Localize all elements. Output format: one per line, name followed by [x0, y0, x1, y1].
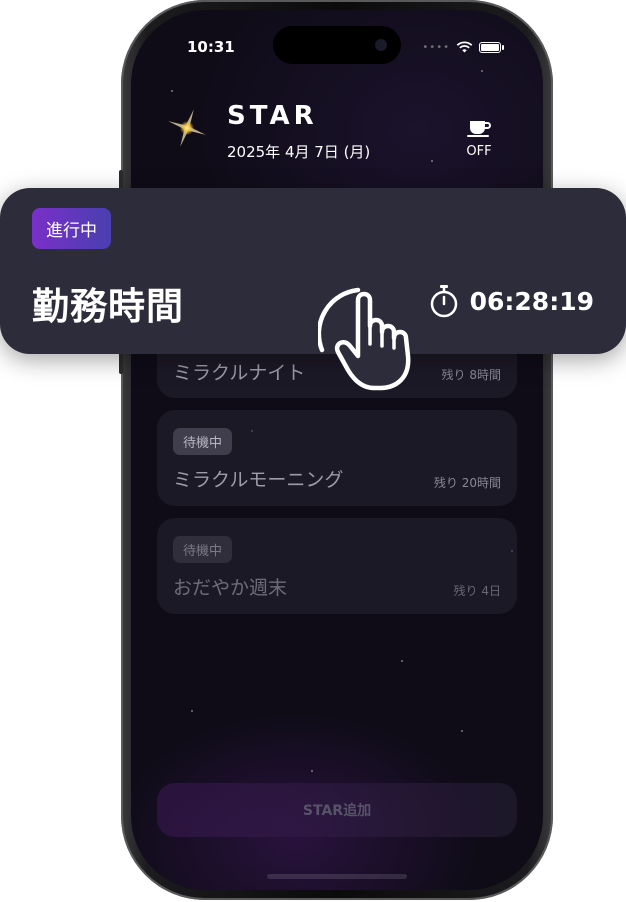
background-star	[481, 70, 483, 72]
background-star	[191, 710, 193, 712]
break-toggle[interactable]: OFF	[461, 116, 497, 159]
status-badge: 待機中	[173, 428, 233, 455]
break-toggle-label: OFF	[466, 144, 492, 159]
stage: 10:31 •••• STAR 2025年 4月 7日 (月) OFF ミラクル…	[0, 0, 626, 902]
background-star	[171, 90, 173, 92]
background-star	[311, 770, 313, 772]
app-title: STAR	[227, 101, 318, 131]
background-star	[461, 730, 463, 732]
active-card-title: 勤務時間	[32, 285, 184, 328]
wifi-icon	[456, 41, 473, 53]
background-star	[431, 160, 433, 162]
sparkle-star-icon	[168, 109, 206, 147]
card-remaining: 残り 4日	[453, 584, 501, 598]
cellular-dots-icon: ••••	[422, 41, 450, 53]
card-title: おだやか週末	[173, 577, 288, 599]
card-remaining: 残り 8時間	[441, 368, 501, 382]
active-status-badge: 進行中	[32, 208, 111, 249]
active-star-card[interactable]: 進行中 勤務時間 06:28:19	[0, 188, 626, 354]
elapsed-time: 06:28:19	[469, 286, 594, 316]
dynamic-island	[273, 26, 401, 64]
status-time: 10:31	[187, 38, 235, 56]
star-card[interactable]: 待機中 おだやか週末 残り 4日	[157, 518, 517, 614]
card-title: ミラクルナイト	[173, 362, 306, 384]
home-indicator	[267, 874, 407, 879]
tap-hand-icon	[318, 287, 411, 391]
card-title: ミラクルモーニング	[173, 469, 344, 491]
add-star-button[interactable]: STAR追加	[157, 783, 517, 837]
elapsed-timer: 06:28:19	[428, 284, 594, 318]
coffee-cup-icon	[467, 121, 491, 137]
status-icons: ••••	[422, 41, 504, 53]
star-card[interactable]: 待機中 ミラクルモーニング 残り 20時間	[157, 410, 517, 506]
background-star	[401, 660, 403, 662]
battery-icon	[479, 41, 504, 53]
card-remaining: 残り 20時間	[433, 476, 501, 490]
front-camera	[375, 39, 387, 51]
status-badge: 待機中	[173, 536, 233, 563]
current-date: 2025年 4月 7日 (月)	[227, 143, 371, 161]
phone-screen: 10:31 •••• STAR 2025年 4月 7日 (月) OFF ミラクル…	[131, 10, 543, 890]
